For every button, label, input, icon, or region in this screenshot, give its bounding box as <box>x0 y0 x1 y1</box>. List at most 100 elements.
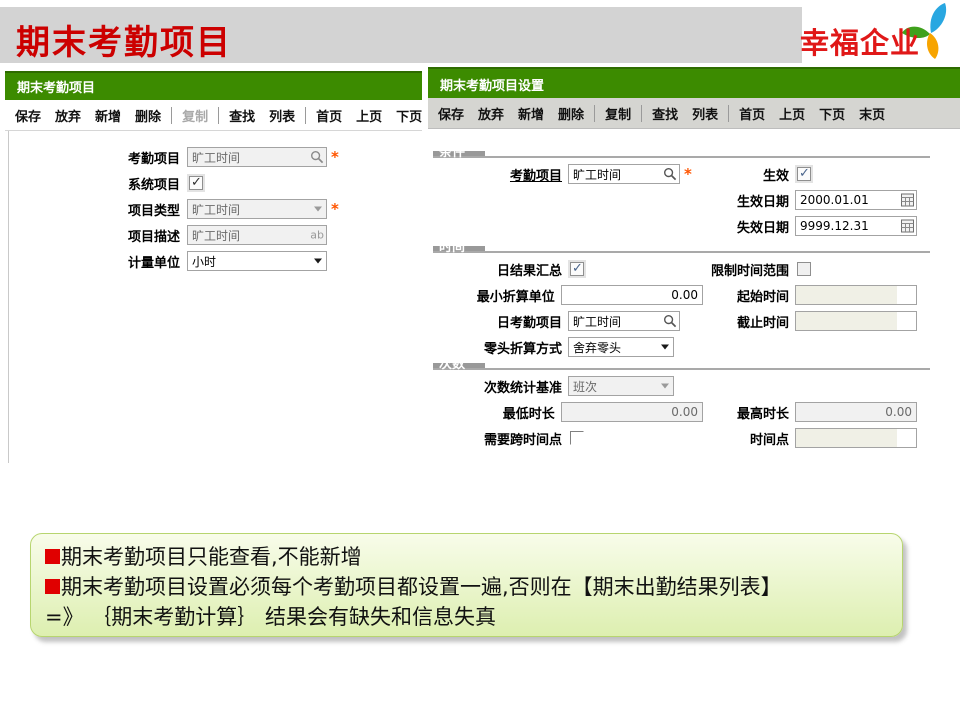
next-page-button[interactable]: 下页 <box>389 106 429 125</box>
item-desc-label: 项目描述 <box>9 226 187 245</box>
end-time-field[interactable] <box>795 311 917 331</box>
note-line: 期末考勤项目设置必须每个考勤项目都设置一遍,否则在【期末出勤结果列表】 <box>45 572 888 602</box>
form-row: 需要跨时间点 时间点 <box>433 428 960 448</box>
red-square-bullet-icon <box>45 549 60 564</box>
cross-time-point-label: 需要跨时间点 <box>433 429 568 448</box>
next-page-button[interactable]: 下页 <box>812 104 852 123</box>
max-duration-field[interactable]: 0.00 <box>795 402 917 422</box>
daily-item-field[interactable]: 旷工时间 <box>568 311 680 331</box>
unit-dropdown[interactable]: 小时 <box>187 251 327 271</box>
find-button[interactable]: 查找 <box>222 106 262 125</box>
chevron-down-icon <box>314 207 324 212</box>
logo-text: 幸福企业 <box>800 20 920 62</box>
limit-time-range-checkbox[interactable] <box>797 262 811 276</box>
min-duration-field[interactable]: 0.00 <box>561 402 703 422</box>
system-item-label: 系统项目 <box>9 174 187 193</box>
chevron-down-icon <box>661 384 671 389</box>
section-condition-tab: 条件 <box>433 151 485 156</box>
calendar-icon[interactable] <box>901 220 914 233</box>
delete-button[interactable]: 删除 <box>551 104 591 123</box>
right-toolbar: 保存 放弃 新增 删除 复制 查找 列表 首页 上页 下页 末页 <box>428 98 960 129</box>
text-edit-icon: ab <box>310 229 324 242</box>
left-panel-body: 考勤项目 旷工时间 * 系统项目 项目类型 旷工时间 * 项目描述 旷工 <box>8 131 422 463</box>
time-point-label: 时间点 <box>703 429 795 448</box>
expiry-date-field[interactable]: 9999.12.31 <box>795 216 917 236</box>
chevron-down-icon[interactable] <box>661 345 671 350</box>
discard-button[interactable]: 放弃 <box>471 104 511 123</box>
form-row: 计量单位 小时 <box>9 251 422 271</box>
first-page-button[interactable]: 首页 <box>732 104 772 123</box>
min-duration-label: 最低时长 <box>433 403 561 422</box>
attendance-item-settings-panel: 期末考勤项目设置 保存 放弃 新增 删除 复制 查找 列表 首页 上页 下页 末… <box>428 67 960 531</box>
chevron-down-icon[interactable] <box>314 259 324 264</box>
form-row: 项目描述 旷工时间 ab <box>9 225 422 245</box>
daily-summary-checkbox[interactable] <box>570 262 584 276</box>
limit-time-range-label: 限制时间范围 <box>703 260 795 279</box>
form-row: 最低时长 0.00 最高时长 0.00 <box>433 402 960 422</box>
required-asterisk: * <box>331 204 339 214</box>
item-type-label: 项目类型 <box>9 200 187 219</box>
magnifier-icon[interactable] <box>663 167 677 181</box>
section-time-tab: 时间 <box>433 246 485 251</box>
start-time-label: 起始时间 <box>703 286 795 305</box>
section-time-header: 时间 <box>433 246 930 253</box>
list-button[interactable]: 列表 <box>685 104 725 123</box>
add-button[interactable]: 新增 <box>511 104 551 123</box>
magnifier-icon[interactable] <box>310 150 324 164</box>
page-title: 期末考勤项目 <box>16 15 232 64</box>
attendance-item-link-label[interactable]: 考勤项目 <box>433 165 568 184</box>
prev-page-button[interactable]: 上页 <box>349 106 389 125</box>
form-row: 日结果汇总 限制时间范围 <box>433 259 960 279</box>
attendance-item-panel: 期末考勤项目 保存 放弃 新增 删除 复制 查找 列表 首页 上页 下页 末页 … <box>5 71 422 463</box>
item-type-dropdown[interactable]: 旷工时间 <box>187 199 327 219</box>
section-count-tab: 次数 <box>433 363 485 368</box>
max-duration-label: 最高时长 <box>703 403 795 422</box>
effective-checkbox[interactable] <box>797 167 811 181</box>
discard-button[interactable]: 放弃 <box>48 106 88 125</box>
attendance-item-label: 考勤项目 <box>9 148 187 167</box>
company-logo: 幸福企业 <box>800 2 952 64</box>
effective-date-field[interactable]: 2000.01.01 <box>795 190 917 210</box>
right-panel-body: 条件 考勤项目 旷工时间 * 生效 生效日期 <box>428 151 960 531</box>
calendar-icon[interactable] <box>901 194 914 207</box>
form-row: 生效日期 2000.01.01 <box>433 190 960 210</box>
find-button[interactable]: 查找 <box>645 104 685 123</box>
min-unit-field[interactable]: 0.00 <box>561 285 703 305</box>
system-item-checkbox[interactable] <box>189 176 203 190</box>
first-page-button[interactable]: 首页 <box>309 106 349 125</box>
rounding-dropdown[interactable]: 舍弃零头 <box>568 337 674 357</box>
attendance-item-field[interactable]: 旷工时间 <box>187 147 327 167</box>
copy-button[interactable]: 复制 <box>598 104 638 123</box>
magnifier-icon[interactable] <box>663 314 677 328</box>
left-panel-title: 期末考勤项目 <box>5 71 422 100</box>
note-line: =》 ｛期末考勤计算｝ 结果会有缺失和信息失真 <box>45 602 888 632</box>
delete-button[interactable]: 删除 <box>128 106 168 125</box>
daily-summary-label: 日结果汇总 <box>433 260 568 279</box>
notes-callout: 期末考勤项目只能查看,不能新增 期末考勤项目设置必须每个考勤项目都设置一遍,否则… <box>30 533 903 637</box>
form-row: 考勤项目 旷工时间 * <box>9 147 422 167</box>
attendance-item-field[interactable]: 旷工时间 <box>568 164 680 184</box>
save-button[interactable]: 保存 <box>431 104 471 123</box>
toolbar-group-nav: 首页 上页 下页 末页 <box>729 105 895 122</box>
toolbar-group-copy: 复制 <box>595 105 642 122</box>
effective-label: 生效 <box>703 165 795 184</box>
left-toolbar: 保存 放弃 新增 删除 复制 查找 列表 首页 上页 下页 末页 <box>5 100 422 131</box>
time-point-field[interactable] <box>795 428 917 448</box>
unit-label: 计量单位 <box>9 252 187 271</box>
last-page-button[interactable]: 末页 <box>852 104 892 123</box>
save-button[interactable]: 保存 <box>8 106 48 125</box>
item-desc-field[interactable]: 旷工时间 ab <box>187 225 327 245</box>
cross-time-point-checkbox[interactable] <box>570 431 584 445</box>
add-button[interactable]: 新增 <box>88 106 128 125</box>
required-asterisk: * <box>331 152 339 162</box>
daily-item-label: 日考勤项目 <box>433 312 568 331</box>
list-button[interactable]: 列表 <box>262 106 302 125</box>
copy-button: 复制 <box>175 106 215 125</box>
min-unit-label: 最小折算单位 <box>433 286 561 305</box>
count-basis-dropdown[interactable]: 班次 <box>568 376 674 396</box>
start-time-field[interactable] <box>795 285 917 305</box>
required-asterisk: * <box>684 169 692 179</box>
rounding-label: 零头折算方式 <box>433 338 568 357</box>
prev-page-button[interactable]: 上页 <box>772 104 812 123</box>
effective-date-label: 生效日期 <box>703 191 795 210</box>
